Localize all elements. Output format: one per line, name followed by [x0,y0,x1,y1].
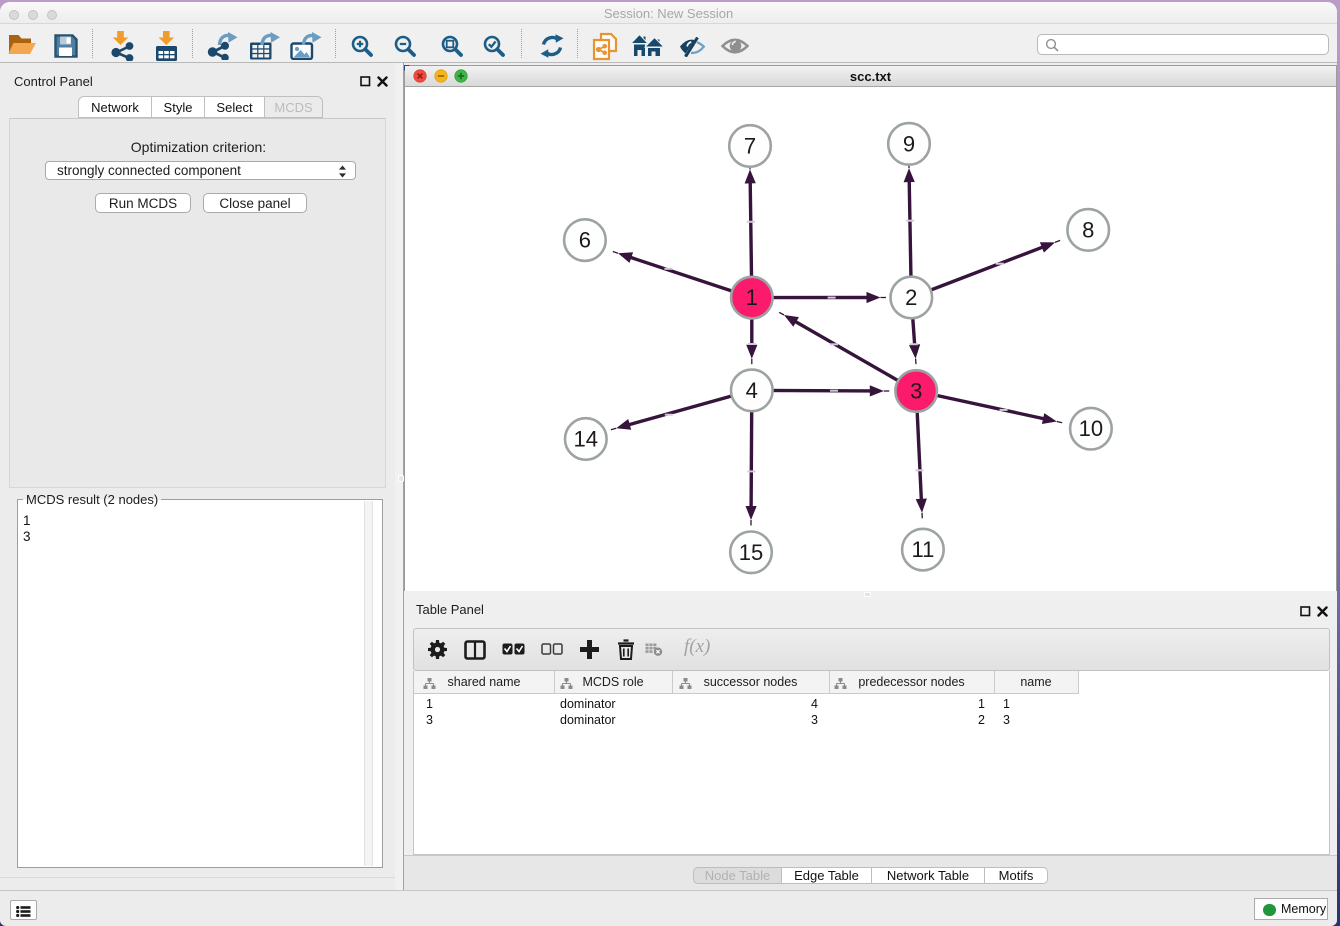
svg-text:15: 15 [739,540,763,565]
svg-text:2: 2 [905,285,917,310]
svg-text:6: 6 [579,228,591,253]
svg-text:1: 1 [746,285,758,310]
svg-text:7: 7 [744,134,756,159]
svg-text:10: 10 [1079,416,1103,441]
svg-text:9: 9 [903,131,915,156]
svg-text:11: 11 [911,537,934,562]
svg-text:8: 8 [1082,217,1094,242]
svg-text:4: 4 [746,378,758,403]
svg-text:3: 3 [910,379,922,404]
svg-text:14: 14 [574,427,598,452]
